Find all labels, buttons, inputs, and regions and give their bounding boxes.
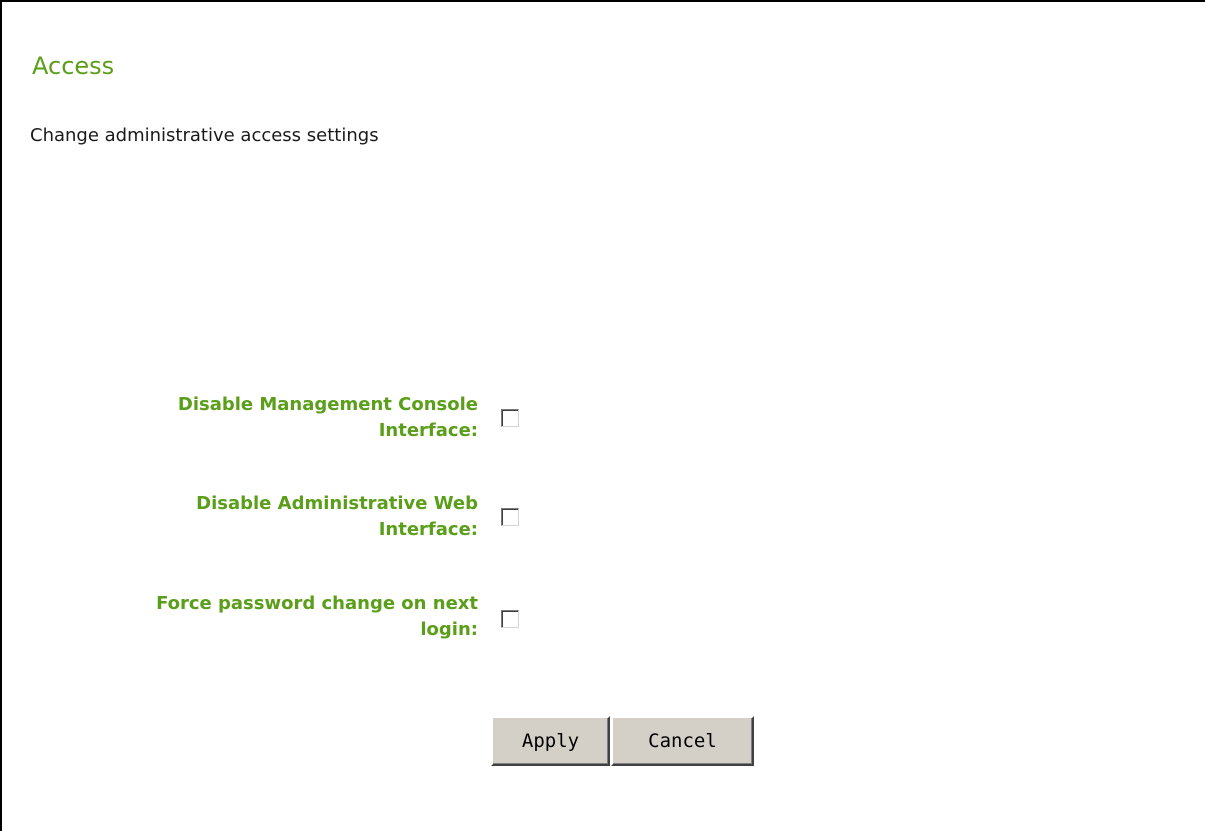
disable-management-console-label-line2: Interface:	[378, 420, 478, 441]
disable-management-console-label-line1: Disable Management Console	[177, 394, 478, 415]
disable-management-console-checkbox[interactable]	[501, 409, 519, 427]
access-settings-panel: Access Change administrative access sett…	[0, 0, 1205, 831]
disable-admin-web-label-line1: Disable Administrative Web	[196, 493, 478, 514]
disable-admin-web-label-line2: Interface:	[378, 519, 478, 540]
page-subtitle: Change administrative access settings	[30, 125, 379, 146]
apply-button[interactable]: Apply	[491, 716, 610, 766]
disable-admin-web-row: Disable Administrative Web Interface:	[2, 491, 562, 551]
disable-admin-web-label: Disable Administrative Web Interface:	[18, 491, 478, 543]
disable-management-console-label: Disable Management Console Interface:	[18, 392, 478, 444]
force-password-change-row: Force password change on next login:	[2, 591, 562, 651]
force-password-change-label-line1: Force password change on next	[156, 593, 478, 614]
force-password-change-label: Force password change on next login:	[18, 591, 478, 643]
force-password-change-label-line2: login:	[420, 619, 478, 640]
cancel-button[interactable]: Cancel	[611, 716, 754, 766]
disable-management-console-row: Disable Management Console Interface:	[2, 392, 562, 452]
disable-admin-web-checkbox[interactable]	[501, 508, 519, 526]
page-title: Access	[32, 52, 115, 80]
force-password-change-checkbox[interactable]	[501, 610, 519, 628]
